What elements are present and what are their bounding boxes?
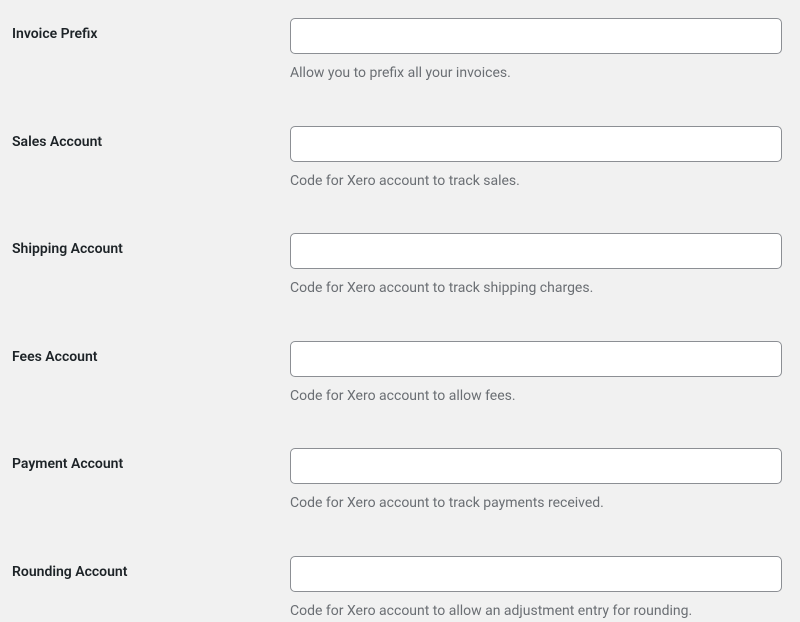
- fees-account-description: Code for Xero account to allow fees.: [290, 387, 782, 407]
- shipping-account-field: Code for Xero account to track shipping …: [290, 233, 788, 299]
- sales-account-field: Code for Xero account to track sales.: [290, 126, 788, 192]
- payment-account-input[interactable]: [290, 448, 782, 484]
- fees-account-row: Fees Account Code for Xero account to al…: [12, 341, 788, 407]
- shipping-account-label: Shipping Account: [12, 233, 290, 257]
- invoice-prefix-field: Allow you to prefix all your invoices.: [290, 18, 788, 84]
- shipping-account-description: Code for Xero account to track shipping …: [290, 279, 782, 299]
- invoice-prefix-input[interactable]: [290, 18, 782, 54]
- payment-account-description: Code for Xero account to track payments …: [290, 494, 782, 514]
- payment-account-field: Code for Xero account to track payments …: [290, 448, 788, 514]
- shipping-account-input[interactable]: [290, 233, 782, 269]
- sales-account-label: Sales Account: [12, 126, 290, 150]
- sales-account-description: Code for Xero account to track sales.: [290, 172, 782, 192]
- fees-account-input[interactable]: [290, 341, 782, 377]
- rounding-account-input[interactable]: [290, 556, 782, 592]
- sales-account-input[interactable]: [290, 126, 782, 162]
- rounding-account-row: Rounding Account Code for Xero account t…: [12, 556, 788, 622]
- fees-account-label: Fees Account: [12, 341, 290, 365]
- invoice-prefix-row: Invoice Prefix Allow you to prefix all y…: [12, 18, 788, 84]
- invoice-prefix-description: Allow you to prefix all your invoices.: [290, 64, 782, 84]
- rounding-account-description: Code for Xero account to allow an adjust…: [290, 602, 782, 622]
- payment-account-row: Payment Account Code for Xero account to…: [12, 448, 788, 514]
- fees-account-field: Code for Xero account to allow fees.: [290, 341, 788, 407]
- sales-account-row: Sales Account Code for Xero account to t…: [12, 126, 788, 192]
- rounding-account-field: Code for Xero account to allow an adjust…: [290, 556, 788, 622]
- invoice-prefix-label: Invoice Prefix: [12, 18, 290, 42]
- payment-account-label: Payment Account: [12, 448, 290, 472]
- rounding-account-label: Rounding Account: [12, 556, 290, 580]
- shipping-account-row: Shipping Account Code for Xero account t…: [12, 233, 788, 299]
